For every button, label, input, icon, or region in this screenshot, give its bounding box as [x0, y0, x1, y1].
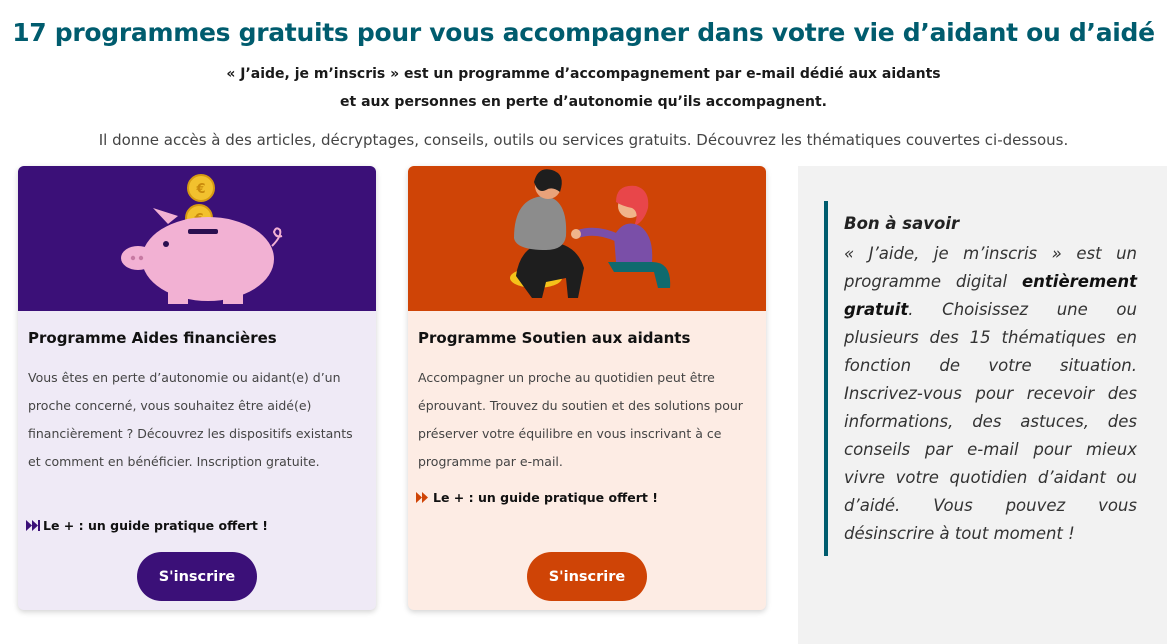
guide-offer-note: Le + : un guide pratique offert ! — [416, 490, 658, 505]
piggy-bank-illustration: € € — [18, 166, 376, 311]
program-card-caregiver-support: Programme Soutien aux aidants Accompagne… — [408, 166, 766, 610]
guide-offer-note: Le + : un guide pratique offert ! — [26, 518, 268, 533]
quote-bar — [824, 201, 828, 556]
good-to-know-text: « J’aide, je m’inscris » est un programm… — [844, 240, 1137, 548]
card-title: Programme Aides financières — [28, 329, 277, 347]
subscribe-button[interactable]: S'inscrire — [527, 552, 647, 601]
card-title: Programme Soutien aux aidants — [418, 329, 691, 347]
subtitle-line-2: et aux personnes en perte d’autonomie qu… — [340, 94, 827, 110]
good-to-know-panel: Bon à savoir « J’aide, je m’inscris » es… — [798, 166, 1167, 644]
page-title: 17 programmes gratuits pour vous accompa… — [12, 18, 1155, 47]
svg-text:€: € — [195, 182, 205, 197]
card-description: Vous êtes en perte d’autonomie ou aidant… — [28, 370, 353, 469]
aside-text-part-2: . Choisissez une ou plusieurs des 15 thé… — [844, 300, 1137, 543]
support-illustration — [408, 166, 766, 311]
subscribe-button[interactable]: S'inscrire — [137, 552, 257, 601]
good-to-know-heading: Bon à savoir — [844, 214, 960, 233]
guide-offer-label: Le + : un guide pratique offert ! — [433, 490, 658, 505]
fast-forward-icon — [26, 520, 40, 531]
fast-forward-icon — [416, 492, 430, 503]
intro-description: Il donne accès à des articles, décryptag… — [98, 131, 1069, 149]
guide-offer-label: Le + : un guide pratique offert ! — [43, 518, 268, 533]
program-card-financial-aid: € € Programme Aides financières Vous ête… — [18, 166, 376, 610]
subtitle-line-1: « J’aide, je m’inscris » est un programm… — [226, 66, 941, 82]
card-description: Accompagner un proche au quotidien peut … — [418, 370, 743, 469]
